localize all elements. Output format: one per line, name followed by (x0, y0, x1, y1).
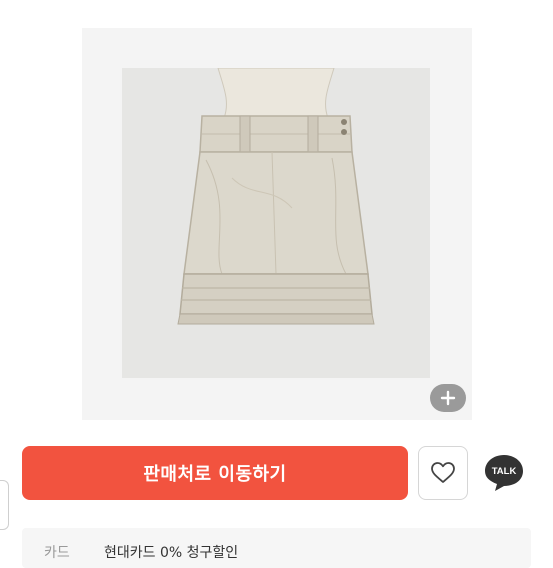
heart-icon (431, 462, 455, 483)
talk-label: TALK (492, 466, 517, 477)
zoom-button[interactable] (430, 384, 466, 412)
chat-bubble-icon: TALK (485, 455, 523, 491)
product-image-frame (82, 28, 472, 420)
plus-icon (440, 390, 456, 406)
card-benefit-box: 카드 현대카드 0% 청구할인 (22, 528, 531, 568)
kakao-talk-button[interactable]: TALK (477, 446, 531, 500)
benefit-label: 카드 (44, 545, 70, 561)
product-photo[interactable] (122, 67, 430, 378)
side-handle[interactable] (0, 480, 9, 530)
wishlist-button[interactable] (418, 446, 468, 500)
skirt-illustration (177, 67, 375, 325)
benefit-text: 현대카드 0% 청구할인 (104, 545, 239, 561)
go-to-seller-button[interactable]: 판매처로 이동하기 (22, 446, 408, 500)
